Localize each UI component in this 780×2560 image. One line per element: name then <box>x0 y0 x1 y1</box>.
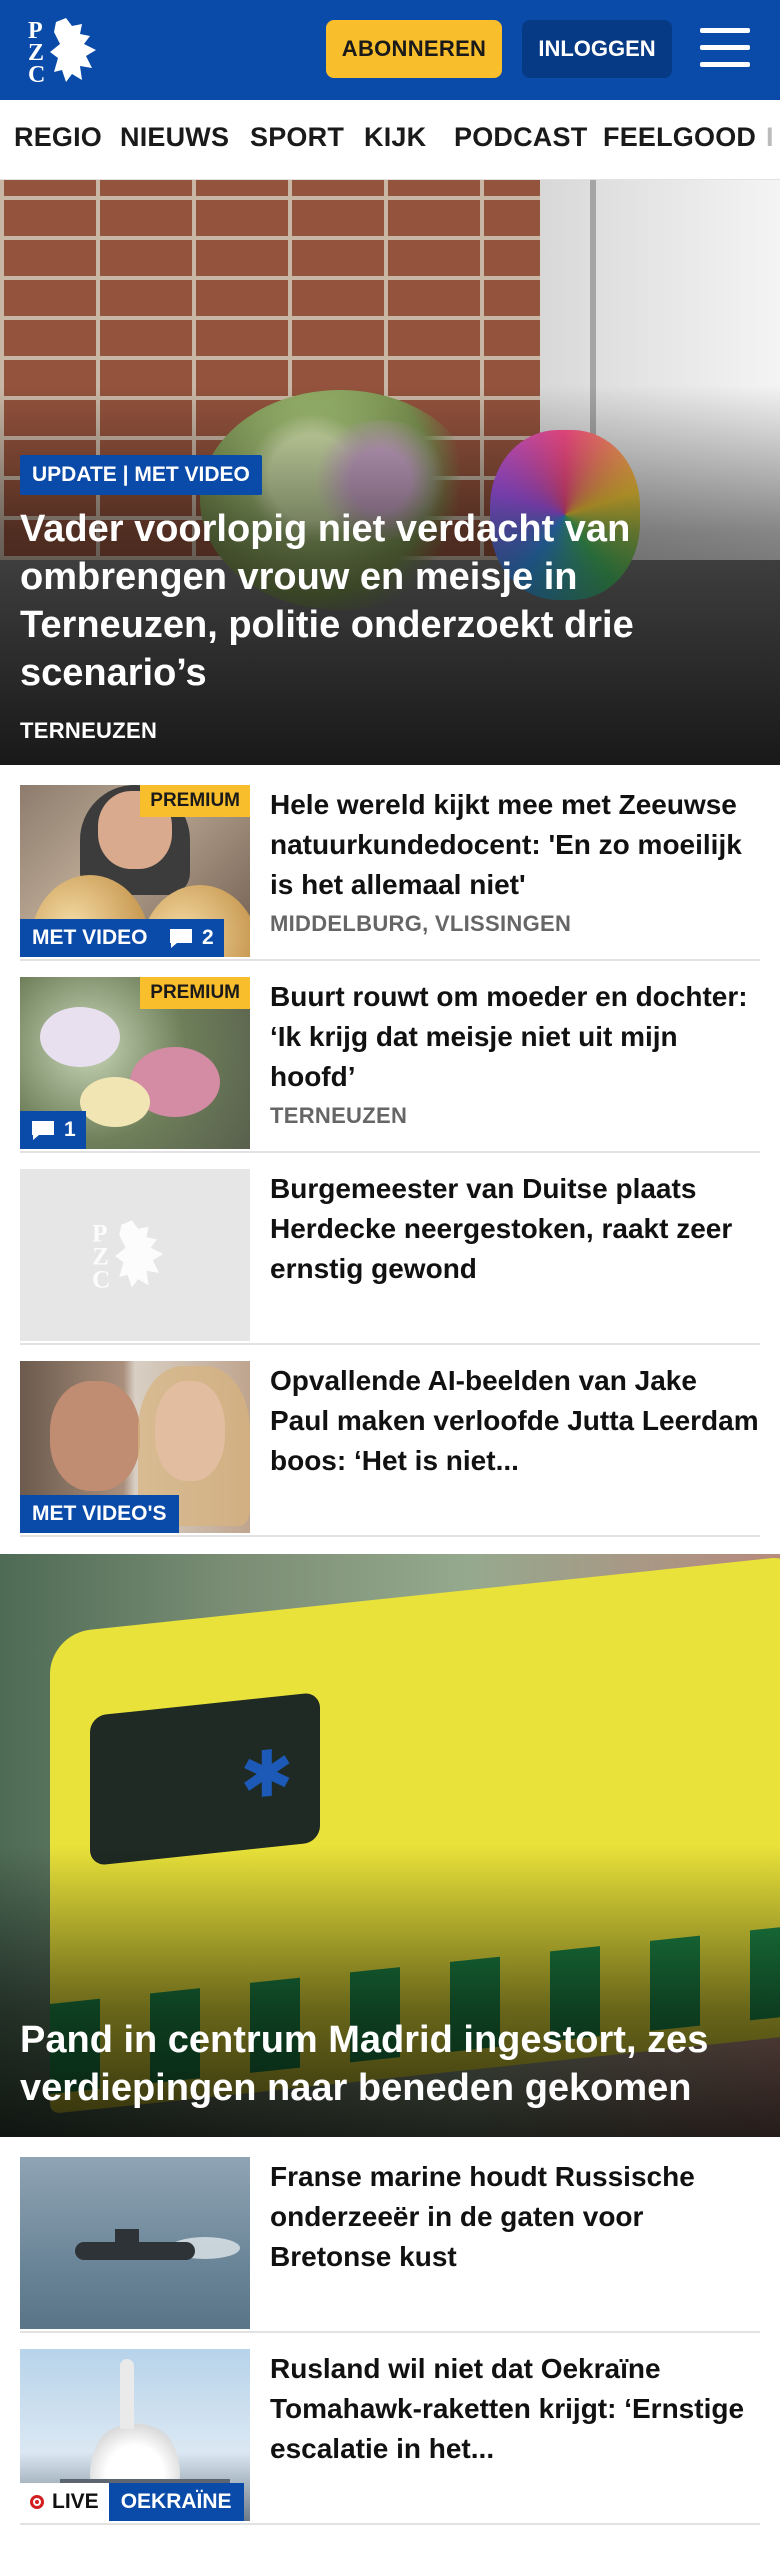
live-dot-icon <box>30 2495 44 2509</box>
comment-count-badge[interactable]: 2 <box>158 919 224 957</box>
article-title[interactable]: Rusland wil niet dat Oekraïne Tomahawk-r… <box>270 2349 760 2469</box>
article-title[interactable]: Hele wereld kijkt mee met Zeeuwse natuur… <box>270 785 760 905</box>
thumb-flower-3 <box>80 1077 150 1127</box>
comment-icon <box>170 929 192 948</box>
nav-item-regio[interactable]: REGIO <box>14 122 102 153</box>
thumb-missile <box>120 2359 134 2429</box>
update-badge: UPDATE | MET VIDEO <box>20 455 262 495</box>
pzc-logo-placeholder-icon: P Z C <box>92 1220 164 1293</box>
topic-tag: OEKRAÏNE <box>108 2483 244 2521</box>
hero-article[interactable]: UPDATE | MET VIDEO Vader voorlopig niet … <box>0 180 780 765</box>
section-nav: REGIO NIEUWS SPORT KIJK PODCAST FEELGOOD… <box>0 100 780 180</box>
article-title[interactable]: Buurt rouwt om moeder en dochter: ‘Ik kr… <box>270 977 760 1097</box>
premium-badge: PREMIUM <box>140 785 250 817</box>
svg-text:C: C <box>92 1266 110 1293</box>
list-item[interactable]: Franse marine houdt Russische onderzeeër… <box>20 2157 760 2333</box>
article-thumbnail[interactable]: MET VIDEO'S <box>20 1361 250 1533</box>
subscribe-button[interactable]: ABONNEREN <box>326 20 502 78</box>
article-location: TERNEUZEN <box>270 1103 408 1128</box>
nav-item-kijk[interactable]: KIJK <box>364 122 426 153</box>
list-item[interactable]: PREMIUM 1 Buurt rouwt om moeder en docht… <box>20 977 760 1153</box>
comment-count: 1 <box>64 1118 76 1141</box>
list-item[interactable]: MET VIDEO'S Opvallende AI-beelden van Ja… <box>20 1361 760 1537</box>
article-location: MIDDELBURG, VLISSINGEN <box>270 911 572 936</box>
live-badge: LIVE OEKRAÏNE <box>20 2483 244 2521</box>
hero-title[interactable]: Vader voorlopig niet verdacht van ombren… <box>20 505 720 697</box>
feature-article[interactable]: ✱ Pand in centrum Madrid ingestort, zes … <box>0 1554 780 2137</box>
list-item[interactable]: LIVE OEKRAÏNE Rusland wil niet dat Oekra… <box>20 2349 760 2525</box>
nav-item-feelgood[interactable]: FEELGOOD <box>603 122 756 153</box>
pzc-logo[interactable]: P Z C <box>26 14 112 86</box>
nav-item-overflow[interactable]: I <box>766 122 774 153</box>
list-item[interactable]: P Z C Burgemeester van Duitse plaats Her… <box>20 1169 760 1345</box>
comment-count-badge[interactable]: 1 <box>20 1111 86 1149</box>
nav-item-nieuws[interactable]: NIEUWS <box>120 122 229 153</box>
article-thumbnail[interactable]: PREMIUM 1 <box>20 977 250 1149</box>
nav-item-sport[interactable]: SPORT <box>250 122 344 153</box>
premium-badge: PREMIUM <box>140 977 250 1009</box>
article-thumbnail[interactable]: PREMIUM MET VIDEO 2 <box>20 785 250 957</box>
article-title[interactable]: Franse marine houdt Russische onderzeeër… <box>270 2157 760 2277</box>
article-thumbnail-placeholder[interactable]: P Z C <box>20 1169 250 1341</box>
live-label: LIVE <box>52 2490 99 2513</box>
site-header: P Z C ABONNEREN INLOGGEN <box>0 0 780 100</box>
article-thumbnail[interactable] <box>20 2157 250 2329</box>
thumb-person-2 <box>155 1381 225 1481</box>
nav-item-podcast[interactable]: PODCAST <box>454 122 587 153</box>
hero-location: TERNEUZEN <box>20 718 158 743</box>
article-title[interactable]: Opvallende AI-beelden van Jake Paul make… <box>270 1361 760 1481</box>
video-badge: MET VIDEO <box>20 919 160 957</box>
login-button[interactable]: INLOGGEN <box>522 20 672 78</box>
feature-title[interactable]: Pand in centrum Madrid ingestort, zes ve… <box>20 2016 770 2112</box>
comment-icon <box>32 1121 54 1140</box>
hamburger-menu-icon[interactable] <box>700 26 752 70</box>
live-indicator: LIVE <box>20 2483 109 2521</box>
article-title[interactable]: Burgemeester van Duitse plaats Herdecke … <box>270 1169 760 1289</box>
svg-text:C: C <box>28 62 45 86</box>
comment-count: 2 <box>202 926 214 949</box>
list-item[interactable]: PREMIUM MET VIDEO 2 Hele wereld kijkt me… <box>20 785 760 961</box>
video-badge: MET VIDEO'S <box>20 1495 179 1533</box>
thumb-person <box>50 1381 140 1491</box>
thumb-submarine <box>75 2242 195 2260</box>
article-thumbnail[interactable]: LIVE OEKRAÏNE <box>20 2349 250 2521</box>
thumb-flower <box>40 1007 120 1067</box>
